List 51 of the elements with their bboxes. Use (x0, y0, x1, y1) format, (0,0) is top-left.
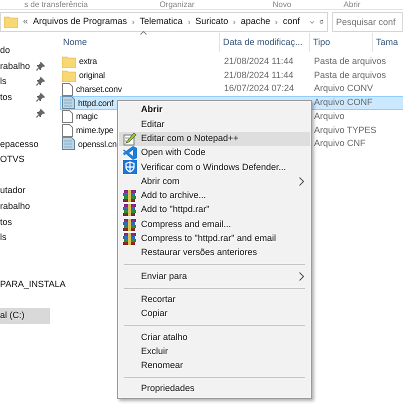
sidebar-label: al (C:) (0, 309, 24, 322)
menu-label: Add to archive... (141, 189, 208, 202)
type-cell: Pasta de arquivos (314, 70, 386, 80)
sidebar-label: ls (0, 231, 6, 244)
file-name: mime.type (76, 124, 114, 137)
ribbon-group-label: Organizar (158, 0, 196, 9)
ribbon-group-label: s de transferência (23, 0, 89, 9)
date-cell: 21/08/2024 11:44 (224, 70, 294, 80)
menu-label: Open with Code (141, 146, 207, 160)
menu-label: Compress and email... (141, 218, 232, 231)
menu-label: Enviar para (141, 270, 188, 283)
menu-label: Criar atalho (141, 330, 189, 344)
file-name: httpd.conf (78, 96, 114, 110)
menu-label: Copiar (141, 307, 169, 320)
menu-label: Verificar com o Windows Defender... (141, 160, 288, 174)
file-name: charset.conv (76, 82, 122, 96)
menu-label: Add to "httpd.rar" (141, 203, 210, 216)
sidebar-label: ls (0, 75, 6, 88)
menu-label: Recortar (141, 292, 177, 306)
type-cell: Arquivo CNF (314, 138, 366, 148)
menu-label: Excluir (141, 344, 170, 358)
menu-label: Compress to "httpd.rar" and email (141, 232, 277, 246)
file-name: extra (79, 55, 97, 68)
menu-label: Abrir com (141, 174, 181, 188)
file-name: openssl.cn (78, 138, 117, 150)
menu-label: Restaurar versões anteriores (141, 246, 258, 260)
sidebar-label: rabalho (0, 200, 30, 213)
date-cell: 21/08/2024 11:44 (224, 56, 294, 66)
sidebar-label: epacesso (0, 138, 39, 151)
type-cell: Arquivo CONV (314, 83, 374, 94)
sidebar-label: tos (0, 216, 12, 229)
file-name: magic (76, 110, 98, 123)
type-cell: Arquivo (314, 110, 345, 121)
sidebar-label: PARA_INSTALA (0, 278, 66, 291)
type-cell: Arquivo TYPES (314, 124, 376, 135)
menu-label: Editar (141, 118, 166, 131)
menu-label: Propriedades (141, 382, 196, 396)
sidebar-label: utador (0, 184, 26, 198)
ribbon-group-label: Abrir (342, 0, 362, 9)
type-cell: Pasta de arquivos (314, 56, 386, 66)
type-cell: Arquivo CONF (314, 97, 373, 108)
ribbon-group-label: Novo (272, 0, 292, 9)
file-name: original (79, 69, 105, 82)
menu-label: Renomear (141, 359, 184, 372)
sidebar-label: tos (0, 90, 12, 104)
menu-label: Editar com o Notepad++ (141, 132, 240, 145)
menu-label: Abrir (141, 103, 164, 116)
sidebar-label: rabalho (0, 60, 30, 73)
date-cell: 16/07/2024 07:24 (224, 83, 294, 94)
sidebar-label: OTVS (0, 153, 25, 166)
sidebar-label: do (0, 44, 10, 58)
